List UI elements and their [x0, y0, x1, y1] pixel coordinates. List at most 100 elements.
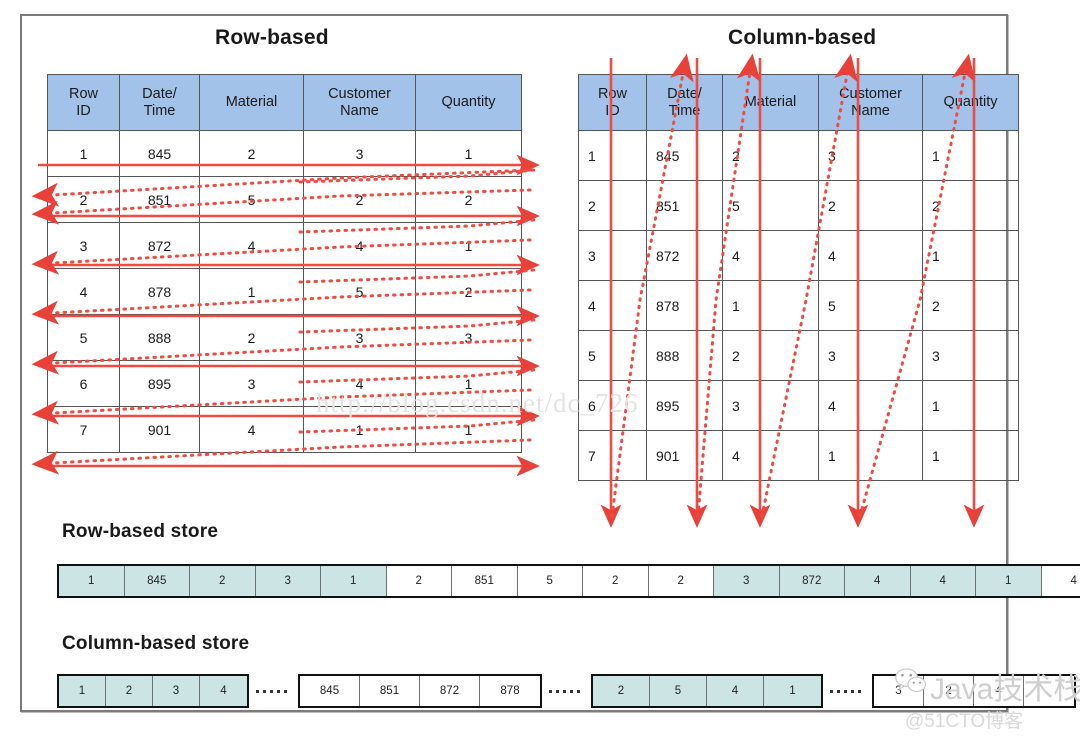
col-header-quantity: Quantity — [922, 74, 1019, 131]
table-row: 1 845 2 3 1 — [47, 130, 522, 177]
column-based-title: Column-based — [728, 26, 877, 49]
cell-customer-name: 2 — [818, 180, 923, 231]
cell-date-time: 888 — [119, 314, 200, 361]
cell-customer-name: 3 — [818, 330, 923, 381]
header-line-1: Customer — [839, 85, 902, 102]
cell-customer-name: 3 — [303, 314, 416, 361]
header-line-1: Material — [744, 94, 797, 110]
cell-date-time: 878 — [119, 268, 200, 315]
cell-date-time: 872 — [119, 222, 200, 269]
cell-material: 3 — [199, 360, 304, 407]
cell-quantity: 2 — [415, 268, 522, 315]
store-cell: 851 — [452, 566, 518, 596]
row-based-title: Row-based — [215, 26, 329, 49]
store-group: 1 845 2 3 1 2 851 5 2 2 3 872 4 4 1 4 87… — [57, 564, 1080, 598]
cell-date-time: 901 — [646, 430, 723, 481]
column-based-table: Row ID Date/Time Material Customer Name Qu… — [578, 74, 1019, 481]
header-line-1: Material — [225, 94, 278, 110]
brand-watermark: Java技术栈 — [930, 673, 1080, 706]
col-header-customer-name: Customer Name — [818, 74, 923, 131]
ellipsis-icon — [542, 689, 591, 693]
cell-material: 4 — [199, 222, 304, 269]
ellipsis-icon — [823, 689, 872, 693]
cell-row-id: 4 — [47, 268, 120, 315]
cell-material: 1 — [722, 280, 819, 331]
cell-customer-name: 5 — [818, 280, 923, 331]
store-cell: 1 — [321, 566, 387, 596]
header-line-1: Date/ — [142, 85, 177, 102]
col-header-row-id: Row ID — [47, 74, 120, 131]
store-cell: 4 — [910, 566, 976, 596]
store-cell: 4 — [200, 676, 247, 706]
cell-row-id: 4 — [578, 280, 647, 331]
row-based-store-title: Row-based store — [62, 521, 219, 542]
store-cell: 872 — [420, 676, 480, 706]
cell-date-time: 895 — [119, 360, 200, 407]
table-row: 1 845 2 3 1 — [578, 130, 1019, 181]
cell-material: 5 — [722, 180, 819, 231]
table-row: 6 895 3 4 1 — [578, 380, 1019, 431]
cell-row-id: 5 — [47, 314, 120, 361]
cell-date-time: 888 — [646, 330, 723, 381]
store-cell: 851 — [360, 676, 420, 706]
cell-customer-name: 3 — [818, 130, 923, 181]
store-cell: 4 — [707, 676, 764, 706]
store-cell: 2 — [583, 566, 649, 596]
cell-row-id: 1 — [47, 130, 120, 177]
cell-row-id: 3 — [578, 230, 647, 281]
cell-material: 4 — [722, 430, 819, 481]
cell-material: 3 — [722, 380, 819, 431]
col-header-material: Material — [199, 74, 304, 131]
row-based-store-strip: 1 845 2 3 1 2 851 5 2 2 3 872 4 4 1 4 87… — [57, 562, 1080, 600]
cell-date-time: 878 — [646, 280, 723, 331]
header-line-1: Quantity — [943, 94, 998, 110]
cell-material: 2 — [199, 130, 304, 177]
cell-material: 4 — [199, 406, 304, 453]
cell-date-time: 872 — [646, 230, 723, 281]
cell-quantity: 1 — [922, 230, 1019, 281]
url-watermark: http://blog.csdn.net/dc_726 — [316, 388, 639, 418]
store-cell: 2 — [386, 566, 452, 596]
column-based-store-title: Column-based store — [62, 633, 250, 654]
store-cell: 2 — [593, 676, 650, 706]
diagram-canvas: Row-based Column-based Row-based store C… — [0, 0, 1080, 739]
header-line-2: ID — [76, 102, 91, 119]
header-line-1: Date/ — [667, 85, 702, 102]
store-cell: 845 — [124, 566, 190, 596]
cell-material: 5 — [199, 176, 304, 223]
table-row: 5 888 2 3 3 — [47, 314, 522, 361]
store-group: 2 5 4 1 — [591, 674, 823, 708]
cell-quantity: 3 — [922, 330, 1019, 381]
store-cell: 845 — [300, 676, 360, 706]
cell-customer-name: 4 — [303, 222, 416, 269]
cell-customer-name: 5 — [303, 268, 416, 315]
store-cell: 3 — [255, 566, 321, 596]
cell-customer-name: 3 — [303, 130, 416, 177]
col-header-date-time: Date/Time — [646, 74, 723, 131]
cell-material: 2 — [199, 314, 304, 361]
header-line-2: Name — [340, 102, 379, 119]
cell-material: 1 — [199, 268, 304, 315]
col-header-quantity: Quantity — [415, 74, 522, 131]
cell-row-id: 5 — [578, 330, 647, 381]
table-header-row: Row ID Date/Time Material Customer Name Qu… — [47, 74, 522, 131]
header-line-2: Time — [143, 102, 176, 119]
wechat-logo-icon — [895, 668, 927, 692]
store-cell: 2 — [190, 566, 256, 596]
table-row: 4 878 1 5 2 — [578, 280, 1019, 331]
col-header-date-time: Date/Time — [119, 74, 200, 131]
cell-quantity: 1 — [922, 130, 1019, 181]
cell-row-id: 6 — [47, 360, 120, 407]
cell-customer-name: 2 — [303, 176, 416, 223]
store-cell: 872 — [779, 566, 845, 596]
cell-quantity: 2 — [922, 280, 1019, 331]
cell-row-id: 7 — [578, 430, 647, 481]
store-cell: 5 — [650, 676, 707, 706]
store-cell: 878 — [480, 676, 540, 706]
cell-customer-name: 1 — [818, 430, 923, 481]
cell-row-id: 2 — [47, 176, 120, 223]
cell-quantity: 1 — [922, 430, 1019, 481]
table-header-row: Row ID Date/Time Material Customer Name Qu… — [578, 74, 1019, 131]
cell-quantity: 2 — [415, 176, 522, 223]
col-header-customer-name: Customer Name — [303, 74, 416, 131]
